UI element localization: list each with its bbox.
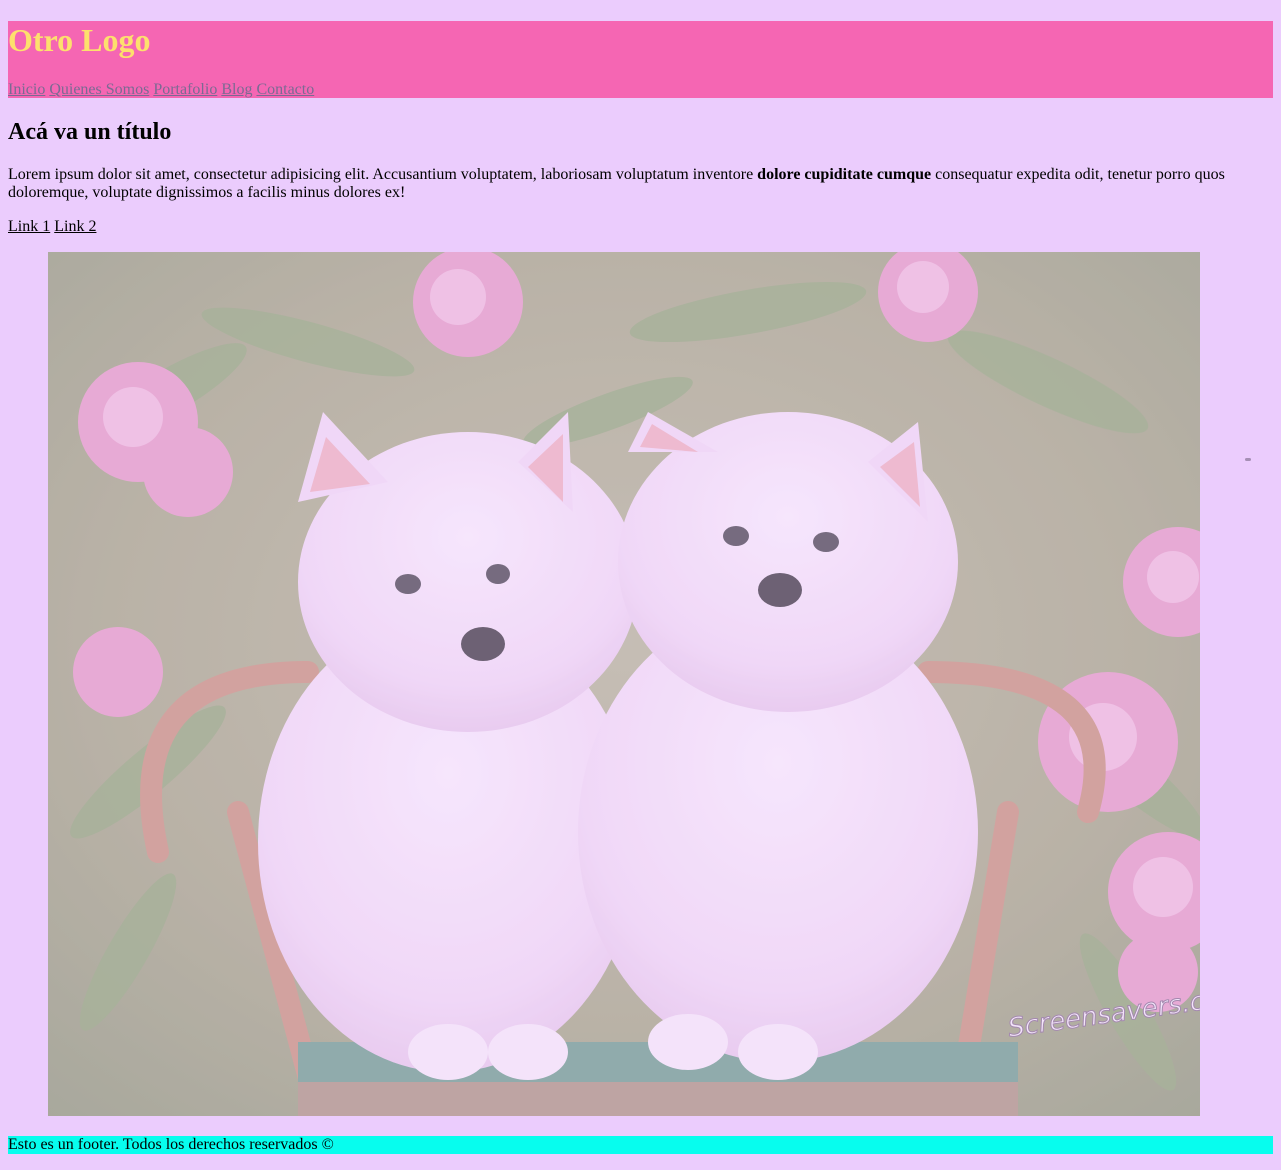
main-nav: Inicio Quienes Somos Portafolio Blog Con… (8, 80, 314, 99)
links-row: Link 1 Link 2 (8, 218, 96, 236)
page-wrapper: Otro Logo Inicio Quienes Somos Portafoli… (8, 21, 1273, 235)
nav-link-blog[interactable]: Blog (221, 81, 252, 98)
intro-text-start: Lorem ipsum dolor sit amet, consectetur … (8, 166, 758, 183)
nav-link-contacto[interactable]: Contacto (256, 81, 314, 98)
site-footer: Esto es un footer. Todos los derechos re… (8, 1136, 1273, 1154)
nav-link-portafolio[interactable]: Portafolio (153, 81, 217, 98)
link-2[interactable]: Link 2 (54, 218, 96, 235)
puppies-image: Screensavers.com (48, 252, 1200, 1116)
site-header: Otro Logo Inicio Quienes Somos Portafoli… (8, 21, 1273, 98)
intro-text-bold: dolore cupiditate cumque (757, 166, 932, 183)
nav-link-inicio[interactable]: Inicio (8, 81, 45, 98)
page-title: Acá va un título (8, 119, 172, 145)
side-marker (1245, 458, 1251, 461)
puppies-illustration: Screensavers.com (48, 252, 1200, 1116)
site-logo: Otro Logo (8, 22, 151, 58)
link-1[interactable]: Link 1 (8, 218, 50, 235)
nav-link-quienes-somos[interactable]: Quienes Somos (49, 81, 149, 98)
intro-paragraph: Lorem ipsum dolor sit amet, consectetur … (8, 166, 1273, 202)
